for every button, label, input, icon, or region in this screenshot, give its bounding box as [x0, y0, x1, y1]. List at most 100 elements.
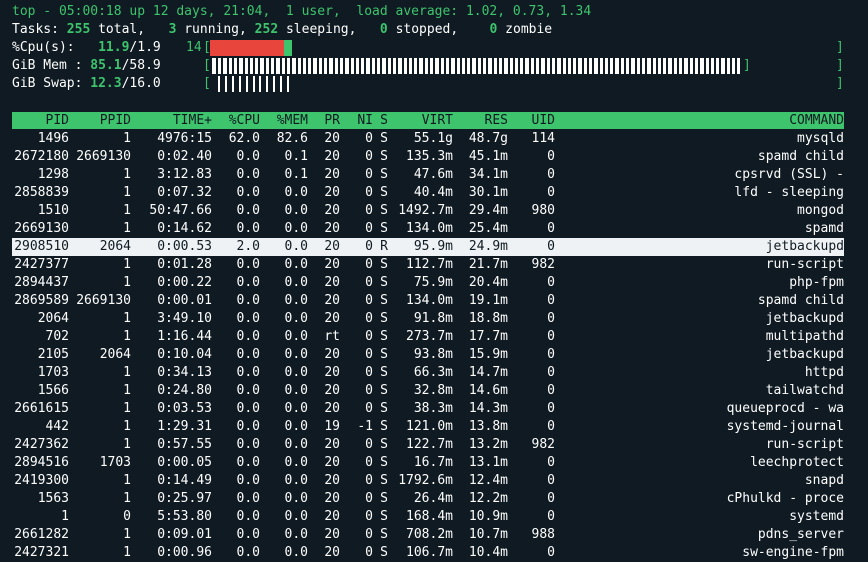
process-row[interactable]: 1703 1 0:34.13 0.0 0.0 20 0 S 66.3m 14.7m 0 httpd — [12, 364, 844, 382]
cell-pr: 20 — [324, 293, 340, 308]
cell-ppid: 2064 — [99, 347, 131, 362]
mem-bar-tick — [492, 58, 494, 74]
cpu-bar-close-bracket: ] — [836, 40, 844, 55]
column-header-uid[interactable]: UID — [532, 112, 555, 129]
process-row[interactable]: 1566 1 0:24.80 0.0 0.0 20 0 S 32.8m 14.6m 0 tailwat… — [12, 382, 844, 400]
cell-ppid: 1 — [123, 545, 131, 560]
cell-time: 0:00.22 — [157, 275, 212, 290]
cell-state: S — [380, 131, 388, 146]
column-header-ppid[interactable]: PPID — [100, 112, 131, 129]
swap-line: GiB Swap: 12.3/16.0 — [12, 75, 161, 93]
process-row[interactable]: 2064 1 3:49.10 0.0 0.0 20 0 S 91.8m 18.8m 0 jetback… — [12, 310, 844, 328]
process-row[interactable]: 2858839 1 0:07.32 0.0 0.0 20 0 S 40.4m 30.1m 0 lfd … — [12, 184, 844, 202]
mem-bar-tick — [455, 58, 457, 74]
column-header-pr[interactable]: PR — [324, 112, 340, 129]
cell-cpu: 0.0 — [236, 185, 260, 200]
column-header-virt[interactable]: VIRT — [422, 112, 453, 129]
cell-mem: 0.0 — [284, 491, 308, 506]
swap-bar-tick — [273, 76, 275, 92]
tasks-running-label: running, — [184, 22, 247, 37]
process-row[interactable]: 2427377 1 0:01.28 0.0 0.0 20 0 S 112.7m 21.7m 982 r… — [12, 256, 844, 274]
process-row[interactable]: 2672180 2669130 0:02.40 0.0 0.1 20 0 S 135.3m 45.… — [12, 148, 844, 166]
terminal-window[interactable]: top - 05:00:18 up 12 days, 21:04, 1 user… — [0, 0, 868, 561]
mem-bar-tick — [333, 58, 335, 74]
cell-res: 14.7m — [468, 365, 508, 380]
mem-bar-tick — [274, 58, 276, 74]
cell-pid: 2869589 — [14, 293, 69, 308]
cell-time: 0:00.01 — [157, 293, 212, 308]
cell-res: 19.1m — [468, 293, 508, 308]
mem-bar-tick — [555, 58, 557, 74]
cell-virt: 122.7m — [406, 437, 453, 452]
column-header-command[interactable]: COMMAND — [789, 112, 844, 129]
process-row[interactable]: 442 1 1:29.31 0.0 0.0 19 -1 S 121.0m 13.8m 0 system… — [12, 418, 844, 436]
cell-command: mysqld — [797, 131, 844, 146]
cell-res: 25.4m — [468, 221, 508, 236]
process-row[interactable]: 1563 1 0:25.97 0.0 0.0 20 0 S 26.4m 12.2m 0 cPhulkd… — [12, 490, 844, 508]
cell-pr: 20 — [324, 437, 340, 452]
process-row[interactable]: 2908510 2064 0:00.53 2.0 0.0 20 0 R 95.9m 24.9m 0 j… — [12, 238, 844, 256]
process-row[interactable]: 2661282 1 0:09.01 0.0 0.0 20 0 S 708.2m 10.7m 988 p… — [12, 526, 844, 544]
mem-bar-tick — [529, 58, 531, 74]
cell-uid: 0 — [547, 167, 555, 182]
cell-pr: 20 — [324, 239, 340, 254]
process-row[interactable]: 702 1 1:16.44 0.0 0.0 rt 0 S 273.7m 17.7m 0 multipa… — [12, 328, 844, 346]
cell-pr: 20 — [324, 311, 340, 326]
cpu-bar-percent: 14 — [186, 40, 202, 55]
column-header-res[interactable]: RES — [485, 112, 508, 129]
cell-pr: 20 — [324, 257, 340, 272]
mem-bar-tick — [497, 58, 499, 74]
mem-bar-tick — [619, 58, 621, 74]
cell-cpu: 0.0 — [236, 437, 260, 452]
process-row[interactable]: 1510 1 50:47.66 0.0 0.0 20 0 S 1492.7m 29.4m 980 mo… — [12, 202, 844, 220]
process-row[interactable]: 1298 1 3:12.83 0.0 0.1 20 0 S 47.6m 34.1m 0 cpsrvd … — [12, 166, 844, 184]
cell-state: R — [380, 239, 388, 254]
cell-mem: 0.0 — [284, 203, 308, 218]
process-row[interactable]: 2894516 1703 0:00.05 0.0 0.0 20 0 S 16.7m 13.1m 0 l… — [12, 454, 844, 472]
mem-bar-tick — [322, 58, 324, 74]
cell-mem: 0.0 — [284, 401, 308, 416]
process-row[interactable]: 2419300 1 0:14.49 0.0 0.0 20 0 S 1792.6m 12.4m 0 sn… — [12, 472, 844, 490]
process-row[interactable]: 2894437 1 0:00.22 0.0 0.0 20 0 S 75.9m 20.4m 0 php-… — [12, 274, 844, 292]
cell-time: 0:14.49 — [157, 473, 212, 488]
process-row[interactable]: 2661615 1 0:03.53 0.0 0.0 20 0 S 38.3m 14.3m 0 queu… — [12, 400, 844, 418]
process-row[interactable]: 2669130 1 0:14.62 0.0 0.0 20 0 S 134.0m 25.4m 0 spa… — [12, 220, 844, 238]
cell-cpu: 0.0 — [236, 527, 260, 542]
tasks-stopped-label: stopped, — [395, 22, 459, 37]
mem-bar-tick — [428, 58, 430, 74]
process-row[interactable]: 1 0 5:53.80 0.0 0.0 20 0 S 168.4m 10.9m 0 systemd — [12, 508, 844, 526]
mem-bar-tick — [539, 58, 541, 74]
mem-bar-tick — [306, 58, 308, 74]
process-row[interactable]: 1496 1 4976:15 62.0 82.6 20 0 S 55.1g 48.7g 114 mys… — [12, 130, 844, 148]
cell-ppid: 1 — [123, 473, 131, 488]
cell-res: 48.7g — [468, 131, 508, 146]
mem-bar-tick — [386, 58, 388, 74]
cell-ni: 0 — [365, 545, 373, 560]
column-header-cpu[interactable]: %CPU — [229, 112, 260, 129]
process-row[interactable]: 2427321 1 0:00.96 0.0 0.0 20 0 S 106.7m 10.4m 0 sw-… — [12, 544, 844, 562]
mem-bar-tick — [709, 58, 711, 74]
mem-bar-tick — [688, 58, 690, 74]
mem-bar-tick — [391, 58, 393, 74]
mem-bar-tick — [232, 58, 234, 74]
cell-command: mongod — [797, 203, 844, 218]
mem-bar-tick — [380, 58, 382, 74]
mem-bar-tick — [598, 58, 600, 74]
cell-pid: 2858839 — [14, 185, 69, 200]
cell-virt: 16.7m — [413, 455, 453, 470]
process-row[interactable]: 2105 2064 0:10.04 0.0 0.0 20 0 S 93.8m 15.9m 0 jetb… — [12, 346, 844, 364]
cell-command: jetbackupd — [765, 239, 844, 254]
cell-ppid: 1 — [123, 131, 131, 146]
column-header-ni[interactable]: NI — [357, 112, 373, 129]
process-row[interactable]: 2869589 2669130 0:00.01 0.0 0.0 20 0 S 134.0m 19.… — [12, 292, 844, 310]
column-header-mem[interactable]: %MEM — [277, 112, 308, 129]
cell-command: tailwatchd — [765, 383, 844, 398]
column-header-state[interactable]: S — [380, 112, 388, 129]
column-header-time[interactable]: TIME+ — [173, 112, 212, 129]
mem-bar-tick — [433, 58, 435, 74]
cell-command: jetbackupd — [765, 311, 844, 326]
cell-res: 10.9m — [468, 509, 508, 524]
cell-res: 13.1m — [468, 455, 508, 470]
process-row[interactable]: 2427362 1 0:57.55 0.0 0.0 20 0 S 122.7m 13.2m 982 r… — [12, 436, 844, 454]
column-header-pid[interactable]: PID — [46, 112, 69, 129]
